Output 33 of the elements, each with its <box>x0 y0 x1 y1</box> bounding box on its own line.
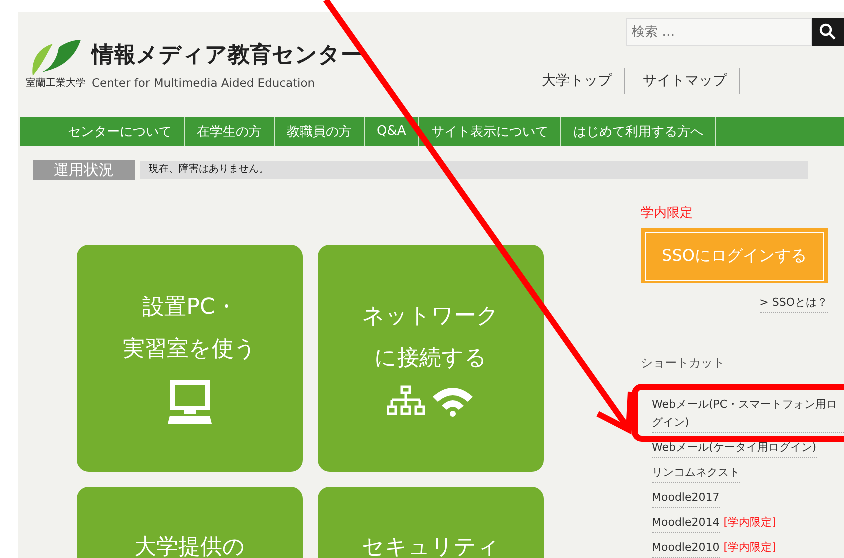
campus-only-tag: [学内限定] <box>724 540 776 555</box>
sso-login-button[interactable]: SSOにログインする <box>641 228 828 283</box>
site-subtitle: Center for Multimedia Aided Education <box>92 76 316 90</box>
shortcut-link[interactable]: Moodle2017 <box>652 489 720 508</box>
search-field[interactable]: 検索 … <box>626 18 812 46</box>
menu-card[interactable]: 設置PC・ 実習室を使う <box>77 245 303 472</box>
nav-item[interactable]: はじめて利用する方へ <box>561 117 716 146</box>
menu-card[interactable]: 大学提供の <box>77 487 303 558</box>
computer-icon <box>166 378 214 426</box>
shortcut-link[interactable]: Moodle2010 <box>652 539 720 558</box>
shortcut-link[interactable]: リンコムネクスト <box>652 464 740 483</box>
search-button[interactable] <box>812 18 844 46</box>
sso-about-link[interactable]: > SSOとは？ <box>760 295 828 313</box>
nav-item[interactable]: サイト表示について <box>419 117 562 146</box>
shortcut-link[interactable]: Moodle2014 <box>652 514 720 533</box>
search-icon <box>819 23 837 41</box>
header-link[interactable]: サイトマップ <box>625 68 740 94</box>
menu-card[interactable]: ネットワーク に接続する <box>318 245 544 472</box>
nav-item[interactable]: 教職員の方 <box>275 117 365 146</box>
menu-card[interactable]: セキュリティ <box>318 487 544 558</box>
shortcut-link[interactable]: Webメール(PC・スマートフォン用ログイン) <box>652 396 844 433</box>
nav-item[interactable]: 在学生の方 <box>185 117 275 146</box>
header-link[interactable]: 大学トップ <box>524 68 625 94</box>
network-icon <box>387 384 425 416</box>
logo-caption: 室蘭工業大学 <box>26 78 86 89</box>
shortcut-link[interactable]: Webメール(ケータイ用ログイン) <box>652 439 817 458</box>
nav-item[interactable]: Q&A <box>365 117 420 146</box>
shortcut-heading: ショートカット <box>641 355 725 372</box>
nav-item[interactable]: センターについて <box>60 117 185 146</box>
campus-only-tag: [学内限定] <box>724 515 776 530</box>
campus-only-notice: 学内限定 <box>641 205 693 222</box>
status-label: 運用状況 <box>33 160 135 180</box>
status-message: 現在、障害はありません。 <box>140 161 808 179</box>
